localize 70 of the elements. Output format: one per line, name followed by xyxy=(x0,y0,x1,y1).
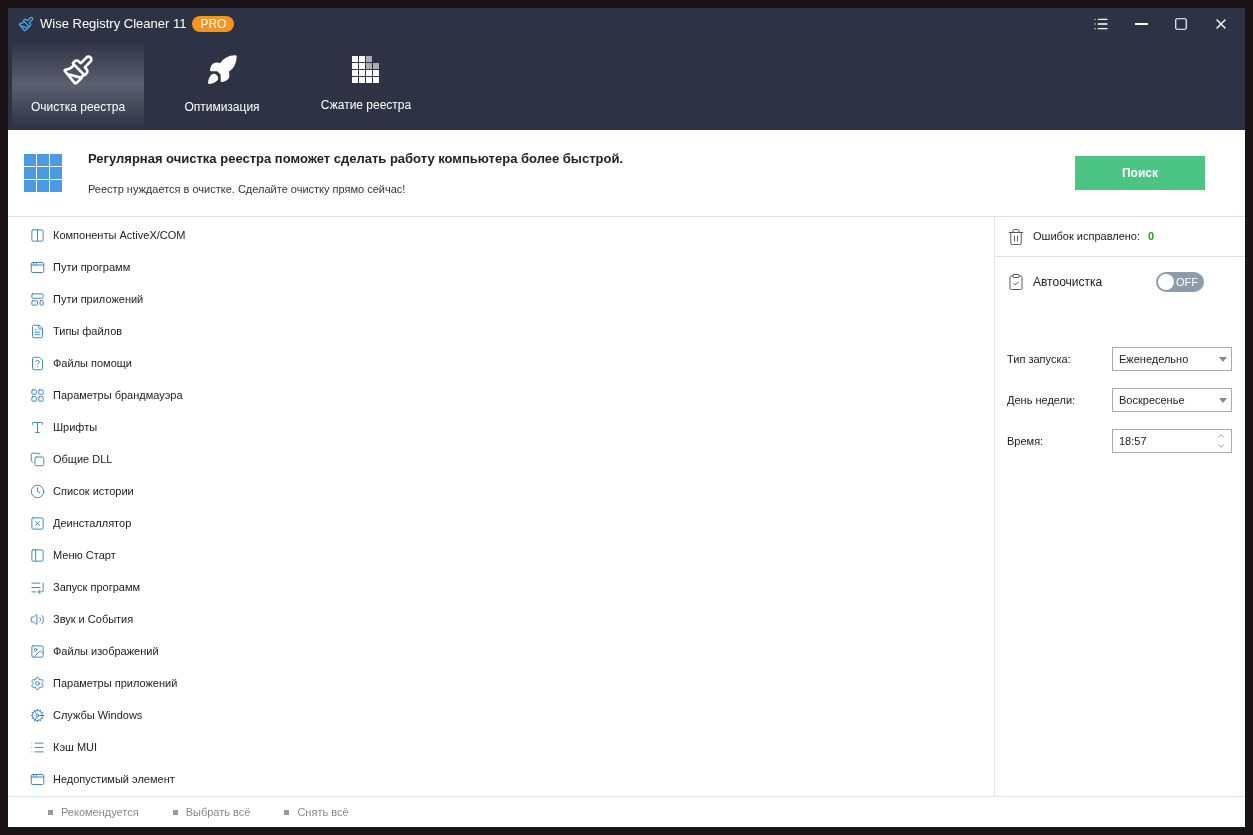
minimize-icon xyxy=(1134,23,1148,25)
square-x-icon xyxy=(30,515,45,531)
tab[interactable]: Сжатие реестра xyxy=(300,40,432,130)
schedule-label: День недели: xyxy=(1007,392,1077,408)
category-item[interactable]: Файлы помощи xyxy=(53,354,132,372)
banner-headline: Регулярная очистка реестра поможет сделать работу компьютера более быстрой. xyxy=(88,150,623,168)
category-item[interactable]: Звук и События xyxy=(53,610,134,628)
dropdown[interactable]: Еженедельно xyxy=(1112,347,1232,371)
columns-icon xyxy=(30,227,45,243)
speaker-icon xyxy=(30,611,45,627)
category-item[interactable]: Службы Windows xyxy=(53,706,143,724)
app-logo-icon xyxy=(18,16,34,32)
category-item[interactable]: Запуск программ xyxy=(53,578,141,596)
footer-link[interactable]: Снять всё xyxy=(297,803,349,821)
window-icon xyxy=(30,259,45,275)
category-item[interactable]: Общие DLL xyxy=(53,450,113,468)
copy-icon xyxy=(30,451,45,467)
list-icon xyxy=(30,579,45,595)
schedule-label: Время: xyxy=(1007,433,1045,449)
pro-badge: PRO xyxy=(192,16,235,32)
schedule-label: Тип запуска: xyxy=(1007,351,1072,367)
dropdown-arrow-icon xyxy=(1219,356,1227,362)
category-item[interactable]: Шрифты xyxy=(53,418,98,436)
category-item[interactable]: Список истории xyxy=(53,482,134,500)
clipboard-check-icon xyxy=(1007,273,1025,291)
document-question-icon xyxy=(30,355,45,371)
list-icon xyxy=(30,739,45,755)
autoclean-label: Автоочистка xyxy=(1033,274,1104,291)
category-item[interactable]: Файлы изображений xyxy=(53,642,159,660)
grid-icon xyxy=(30,387,45,403)
maximize-icon xyxy=(1174,17,1188,31)
footer-link[interactable]: Рекомендуется xyxy=(61,803,139,821)
tab[interactable]: Очистка реестра xyxy=(12,40,144,130)
bullet-icon xyxy=(172,809,178,815)
errors-fixed-count: 0 xyxy=(1148,229,1155,245)
grid-logo-icon xyxy=(24,154,62,192)
category-item[interactable]: Параметры приложений xyxy=(53,674,178,692)
clock-icon xyxy=(30,483,45,499)
dropdown[interactable]: Воскресенье xyxy=(1112,388,1232,412)
bullet-icon xyxy=(48,809,53,815)
rocket-icon xyxy=(206,54,238,86)
window-icon xyxy=(30,771,45,787)
blocks-icon xyxy=(352,56,380,84)
category-item[interactable]: Типы файлов xyxy=(53,322,123,340)
gears-icon xyxy=(30,707,45,723)
category-item[interactable]: Меню Старт xyxy=(53,546,116,564)
tab[interactable]: Оптимизация xyxy=(156,40,288,130)
category-item[interactable]: Недопустимый элемент xyxy=(53,770,175,788)
category-item[interactable]: Кэш MUI xyxy=(53,738,98,756)
errors-fixed-label: Ошибок исправлено: xyxy=(1033,229,1141,245)
category-item[interactable]: Параметры брандмауэра xyxy=(53,386,183,404)
font-icon xyxy=(30,419,45,435)
document-icon xyxy=(30,323,45,339)
category-item[interactable]: Пути приложений xyxy=(53,290,144,308)
settings-icon xyxy=(30,675,45,691)
panel-icon xyxy=(30,547,45,563)
menu-icon xyxy=(1093,16,1109,32)
banner-message: Реестр нуждается в очистке. Сделайте очистку прямо сейчас! xyxy=(88,181,407,197)
bullet-icon xyxy=(284,809,290,815)
trash-icon xyxy=(1007,227,1025,246)
category-item[interactable]: Пути программ xyxy=(53,258,131,276)
category-item[interactable]: Деинсталлятор xyxy=(53,514,132,532)
window-title: Wise Registry Cleaner 11 xyxy=(40,15,187,34)
image-icon xyxy=(30,643,45,659)
category-item[interactable]: Компоненты ActiveX/COM xyxy=(53,226,186,244)
footer-link[interactable]: Выбрать всё xyxy=(185,803,251,821)
layout-icon xyxy=(30,291,45,307)
dropdown-arrow-icon xyxy=(1219,397,1227,403)
brush-icon xyxy=(62,54,94,86)
time-field[interactable]: 18:57 xyxy=(1112,429,1232,453)
